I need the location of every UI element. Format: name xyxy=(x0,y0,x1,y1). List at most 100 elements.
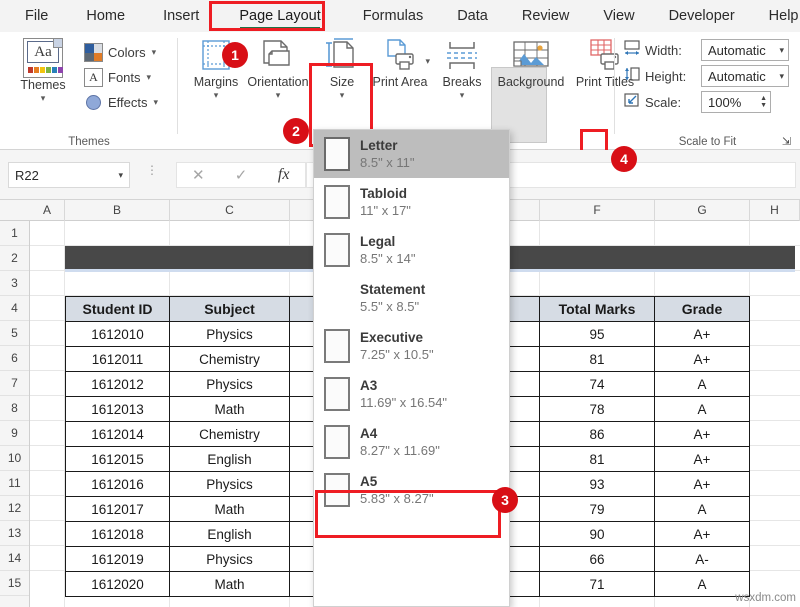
cell-total-marks[interactable]: 86 xyxy=(540,422,655,447)
orientation-button[interactable]: Orientation ▾ xyxy=(246,36,310,101)
row-header-1[interactable]: 1 xyxy=(0,221,29,246)
row-header-14[interactable]: 14 xyxy=(0,546,29,571)
cell-grade[interactable]: A+ xyxy=(655,522,750,547)
size-dropdown-menu[interactable]: Letter 8.5" x 11" Tabloid 11" x 17" Lega… xyxy=(313,129,510,607)
dropdown-item-a3[interactable]: A3 11.69" x 16.54" xyxy=(314,370,509,418)
height-select[interactable]: Automatic ▾ xyxy=(701,65,789,87)
cell-grade[interactable]: A xyxy=(655,497,750,522)
dropdown-item-statement[interactable]: Statement 5.5" x 8.5" xyxy=(314,274,509,322)
th-student-id[interactable]: Student ID xyxy=(66,297,170,322)
cell-total-marks[interactable]: 90 xyxy=(540,522,655,547)
cell-student-id[interactable]: 1612017 xyxy=(66,497,170,522)
cell-total-marks[interactable]: 81 xyxy=(540,447,655,472)
cell-subject[interactable]: Chemistry xyxy=(170,422,290,447)
tab-home[interactable]: Home xyxy=(75,1,136,31)
background-button[interactable]: Background xyxy=(490,36,572,90)
dropdown-item-a4[interactable]: A4 8.27" x 11.69" xyxy=(314,418,509,466)
cell-grade[interactable]: A+ xyxy=(655,472,750,497)
row-header-7[interactable]: 7 xyxy=(0,371,29,396)
row-header-4[interactable]: 4 xyxy=(0,296,29,321)
cell-subject[interactable]: Physics xyxy=(170,372,290,397)
tab-data[interactable]: Data xyxy=(446,1,499,31)
breaks-button[interactable]: Breaks ▾ xyxy=(430,36,494,101)
cell-grade[interactable]: A+ xyxy=(655,322,750,347)
colors-chevron-down-icon[interactable]: ▾ xyxy=(152,47,157,58)
cell-total-marks[interactable]: 78 xyxy=(540,397,655,422)
column-header-h[interactable]: H xyxy=(750,200,800,221)
tab-file[interactable]: File xyxy=(14,1,59,31)
column-header-a[interactable]: A xyxy=(30,200,65,221)
breaks-chevron-down-icon[interactable]: ▾ xyxy=(430,90,494,101)
row-header-6[interactable]: 6 xyxy=(0,346,29,371)
row-header-8[interactable]: 8 xyxy=(0,396,29,421)
cell-subject[interactable]: Chemistry xyxy=(170,347,290,372)
height-chevron-down-icon[interactable]: ▾ xyxy=(779,71,784,82)
cell-total-marks[interactable]: 95 xyxy=(540,322,655,347)
row-header-5[interactable]: 5 xyxy=(0,321,29,346)
cell-subject[interactable]: Physics xyxy=(170,472,290,497)
cell-total-marks[interactable]: 93 xyxy=(540,472,655,497)
th-total-marks[interactable]: Total Marks xyxy=(540,297,655,322)
tab-developer[interactable]: Developer xyxy=(658,1,746,31)
row-header-12[interactable]: 12 xyxy=(0,496,29,521)
width-select[interactable]: Automatic ▾ xyxy=(701,39,789,61)
cell-subject[interactable]: Math xyxy=(170,572,290,597)
cell-total-marks[interactable]: 66 xyxy=(540,547,655,572)
cell-student-id[interactable]: 1612014 xyxy=(66,422,170,447)
cancel-icon[interactable]: ✕ xyxy=(177,166,220,184)
cell-student-id[interactable]: 1612011 xyxy=(66,347,170,372)
scale-down-arrow-icon[interactable]: ▼ xyxy=(760,102,767,109)
scale-stepper[interactable]: 100% ▲ ▼ xyxy=(701,91,771,113)
effects-button[interactable]: Effects ▾ xyxy=(84,90,172,115)
column-header-b[interactable]: B xyxy=(65,200,170,221)
cell-grade[interactable]: A+ xyxy=(655,347,750,372)
name-box[interactable]: R22 ▾ xyxy=(8,162,130,188)
cell-student-id[interactable]: 1612019 xyxy=(66,547,170,572)
dropdown-item-executive[interactable]: Executive 7.25" x 10.5" xyxy=(314,322,509,370)
dropdown-item-a5[interactable]: A5 5.83" x 8.27" xyxy=(314,466,509,514)
fonts-button[interactable]: A Fonts ▾ xyxy=(84,65,172,90)
cell-subject[interactable]: English xyxy=(170,522,290,547)
enter-icon[interactable]: ✓ xyxy=(220,166,263,184)
print-area-button[interactable]: Print Area ▾ xyxy=(368,36,432,89)
dropdown-item-legal[interactable]: Legal 8.5" x 14" xyxy=(314,226,509,274)
cell-grade[interactable]: A xyxy=(655,397,750,422)
tab-review[interactable]: Review xyxy=(511,1,581,31)
cell-subject[interactable]: English xyxy=(170,447,290,472)
row-header-10[interactable]: 10 xyxy=(0,446,29,471)
dropdown-item-tabloid[interactable]: Tabloid 11" x 17" xyxy=(314,178,509,226)
scale-spinner-arrows[interactable]: ▲ ▼ xyxy=(760,95,767,109)
row-header-9[interactable]: 9 xyxy=(0,421,29,446)
column-header-g[interactable]: G xyxy=(655,200,750,221)
tab-insert[interactable]: Insert xyxy=(152,1,210,31)
cell-student-id[interactable]: 1612010 xyxy=(66,322,170,347)
cell-grade[interactable]: A- xyxy=(655,547,750,572)
scale-to-fit-dialog-launcher-icon[interactable]: ⇲ xyxy=(779,134,794,148)
orientation-chevron-down-icon[interactable]: ▾ xyxy=(246,90,310,101)
dropdown-item-letter[interactable]: Letter 8.5" x 11" xyxy=(314,130,509,178)
tab-view[interactable]: View xyxy=(592,1,645,31)
themes-chevron-down-icon[interactable]: ▾ xyxy=(12,93,74,104)
formula-bar-grip[interactable]: ⋮ xyxy=(146,167,158,173)
row-header-3[interactable]: 3 xyxy=(0,271,29,296)
cell-grade[interactable]: A+ xyxy=(655,422,750,447)
cell-subject[interactable]: Physics xyxy=(170,322,290,347)
cell-subject[interactable]: Physics xyxy=(170,547,290,572)
size-button[interactable]: Size ▾ xyxy=(317,36,367,101)
fonts-chevron-down-icon[interactable]: ▾ xyxy=(147,72,152,83)
cell-total-marks[interactable]: 74 xyxy=(540,372,655,397)
cell-student-id[interactable]: 1612018 xyxy=(66,522,170,547)
width-chevron-down-icon[interactable]: ▾ xyxy=(779,45,784,56)
margins-chevron-down-icon[interactable]: ▾ xyxy=(184,90,248,101)
th-grade[interactable]: Grade xyxy=(655,297,750,322)
cell-student-id[interactable]: 1612016 xyxy=(66,472,170,497)
tab-formulas[interactable]: Formulas xyxy=(352,1,434,31)
size-chevron-down-icon[interactable]: ▾ xyxy=(317,90,367,101)
cell-total-marks[interactable]: 81 xyxy=(540,347,655,372)
effects-chevron-down-icon[interactable]: ▾ xyxy=(154,97,159,108)
scale-up-arrow-icon[interactable]: ▲ xyxy=(760,95,767,102)
tab-help[interactable]: Help xyxy=(758,1,800,31)
cell-subject[interactable]: Math xyxy=(170,497,290,522)
th-subject[interactable]: Subject xyxy=(170,297,290,322)
row-header-2[interactable]: 2 xyxy=(0,246,29,271)
